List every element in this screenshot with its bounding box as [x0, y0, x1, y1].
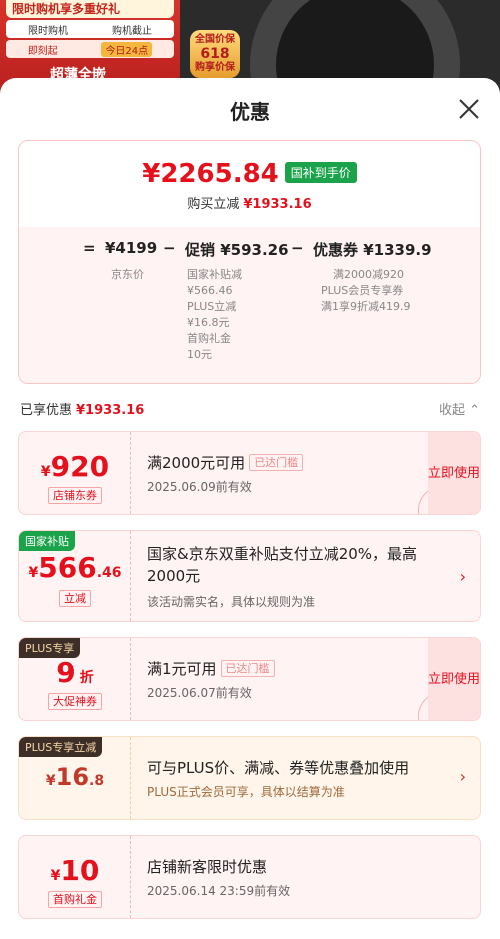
coupon-type: 店铺东券	[19, 484, 131, 504]
coupon-amount: ¥566.46	[19, 551, 131, 584]
promo-detail-line: 首购礼金	[187, 332, 231, 345]
coupon-amount-decimal: .8	[89, 773, 105, 789]
enjoyed-label: 已享优惠	[20, 403, 73, 418]
promo-detail-line: ¥566.46	[187, 284, 233, 297]
discount-sheet: 优惠 ¥2265.84 国补到手价 购买立减 ¥1933.16 = ¥4199 − …	[0, 78, 500, 939]
coupon-value-area: 9折 大促神券	[19, 638, 131, 720]
buy-reduce: 购买立减 ¥1933.16	[19, 193, 480, 212]
coupon-title: 国家&京东双重补贴支付立减20%，最高2000元	[147, 545, 418, 585]
use-now-button[interactable]: 立即使用	[428, 638, 480, 720]
price-summary-card: ¥2265.84 国补到手价 购买立减 ¥1933.16 = ¥4199 − 促销 …	[18, 140, 481, 384]
coupon-card: ¥920 店铺东券 满2000元可用已达门槛 2025.06.09前有效 已领 …	[18, 431, 481, 515]
coupon-title: 店铺新客限时优惠	[147, 858, 268, 876]
coupon-detail-line: PLUS会员专享券	[321, 284, 404, 297]
jd-price: ¥4199	[105, 239, 158, 257]
coupon-expiry: 2025.06.14 23:59前有效	[147, 884, 291, 898]
minus-sign: −	[291, 239, 304, 257]
coupon-type-label: 店铺东券	[48, 487, 102, 504]
currency-symbol: ¥	[40, 464, 51, 480]
promo-row: 限时购机 购机截止	[6, 20, 174, 38]
promo-total: 促销 ¥593.26	[185, 241, 289, 259]
coupon-title-text: 满1元可用	[147, 660, 217, 678]
coupon-card: 国家补贴 ¥566.46 立减 国家&京东双重补贴支付立减20%，最高2000元…	[18, 530, 481, 622]
jd-price-label: 京东价	[111, 268, 144, 281]
coupon-note: PLUS正式会员可享，具体以结算为准	[147, 785, 345, 799]
promo-row-value: 即刻起	[27, 45, 58, 57]
promo-detail: 国家补贴减 ¥566.46 PLUS立减 ¥16.8元 首购礼金 10元	[187, 267, 242, 363]
coupon-detail-line: 满1享9折减419.9	[321, 300, 411, 313]
coupon-title: 满2000元可用 已达门槛	[147, 452, 304, 474]
promo-detail-line: ¥16.8元	[187, 316, 230, 329]
coupon-card: PLUS专享立减 ¥16.8 可与PLUS价、满减、券等优惠叠加使用 PLUS正…	[18, 736, 481, 820]
promo-detail-line: 10元	[187, 348, 212, 361]
chevron-right-icon[interactable]: ›	[460, 767, 466, 786]
minus-sign: −	[163, 239, 176, 257]
coupon-card: ¥10 首购礼金 店铺新客限时优惠 2025.06.14 23:59前有效	[18, 835, 481, 919]
coupon-type: 立减	[19, 587, 131, 607]
coupon-title-text: 满2000元可用	[147, 454, 246, 472]
promo-detail-line: 国家补贴减	[187, 268, 242, 281]
coupon-expiry: 2025.06.07前有效	[147, 686, 252, 700]
coupon-amount-value: 920	[50, 450, 110, 483]
final-price-value: ¥2265.84	[142, 159, 279, 189]
badge-line: 全国价保	[195, 34, 235, 45]
close-icon	[459, 99, 479, 119]
coupon-value-area: ¥920 店铺东券	[19, 432, 131, 514]
currency-symbol: ¥	[50, 868, 61, 884]
coupon-amount-value: 10	[60, 854, 100, 887]
currency-symbol: ¥	[28, 565, 39, 581]
coupon-amount: ¥10	[19, 854, 131, 887]
badge-line: 购享价保	[195, 62, 235, 73]
coupon-expiry: 2025.06.09前有效	[147, 480, 252, 494]
coupon-value-area: ¥566.46 立减	[19, 531, 131, 621]
coupon-total: 优惠券 ¥1339.9	[313, 241, 432, 259]
badge-618: 618	[200, 46, 230, 62]
collapse-button[interactable]: 收起 ⌃	[439, 399, 480, 418]
coupon-amount-value: 9	[56, 656, 76, 689]
coupon-amount-unit: 折	[79, 670, 94, 686]
promo-detail-line: PLUS立减	[187, 300, 237, 313]
enjoyed-discount: 已享优惠 ¥1933.16	[20, 399, 144, 418]
coupon-note: 该活动需实名，具体以规则为准	[147, 595, 316, 609]
promo-row-value: 今日24点	[101, 41, 153, 57]
price-breakdown: = ¥4199 − 促销 ¥593.26 − 优惠券 ¥1339.9 京东价 国…	[19, 227, 480, 383]
coupon-card: PLUS专享 9折 大促神券 满1元可用已达门槛 2025.06.07前有效 已…	[18, 637, 481, 721]
threshold-reached-badge: 已达门槛	[220, 660, 275, 677]
equals-sign: =	[83, 239, 96, 257]
coupon-type: 首购礼金	[19, 888, 131, 908]
currency-symbol: ¥	[45, 773, 56, 789]
price-protect-badge: 全国价保 618 购享价保	[190, 30, 240, 78]
buy-reduce-value: ¥1933.16	[243, 197, 312, 212]
promo-banner-title: 限时购机享多重好礼	[6, 0, 174, 18]
final-price: ¥2265.84 国补到手价	[19, 159, 480, 189]
coupon-title: 满1元可用 已达门槛	[147, 658, 275, 680]
coupon-type-label: 大促神券	[48, 693, 102, 710]
coupon-detail: 满2000减920 PLUS会员专享券 满1享9折减419.9	[321, 267, 411, 315]
coupon-title: 可与PLUS价、满减、券等优惠叠加使用	[147, 759, 410, 777]
coupon-value-area: ¥10 首购礼金	[19, 836, 131, 918]
coupon-type: 大促神券	[19, 690, 131, 710]
coupon-amount-decimal: .46	[96, 565, 122, 581]
close-button[interactable]	[458, 98, 480, 120]
threshold-reached-badge: 已达门槛	[249, 454, 304, 471]
sheet-title: 优惠	[230, 100, 270, 124]
coupon-amount-value: 16	[55, 763, 90, 791]
promo-row: 即刻起 今日24点	[6, 40, 174, 58]
coupon-value-area: ¥16.8	[19, 737, 131, 819]
coupon-amount: ¥920	[19, 450, 131, 483]
coupon-amount: ¥16.8	[19, 763, 131, 791]
coupon-type-label: 首购礼金	[48, 891, 102, 908]
buy-reduce-label: 购买立减	[187, 197, 240, 212]
coupon-amount: 9折	[19, 656, 131, 689]
final-price-section: ¥2265.84 国补到手价 购买立减 ¥1933.16	[19, 141, 480, 227]
coupon-detail-line: 满2000减920	[333, 268, 404, 281]
chevron-right-icon[interactable]: ›	[460, 567, 466, 586]
enjoyed-value: ¥1933.16	[76, 403, 145, 418]
promo-row-label: 限时购机	[28, 25, 68, 37]
coupon-type-label: 立减	[59, 590, 91, 607]
coupon-amount-value: 566	[38, 551, 97, 584]
final-price-tag: 国补到手价	[284, 162, 357, 183]
use-now-button[interactable]: 立即使用	[428, 432, 480, 514]
promo-row-label: 购机截止	[112, 25, 152, 37]
